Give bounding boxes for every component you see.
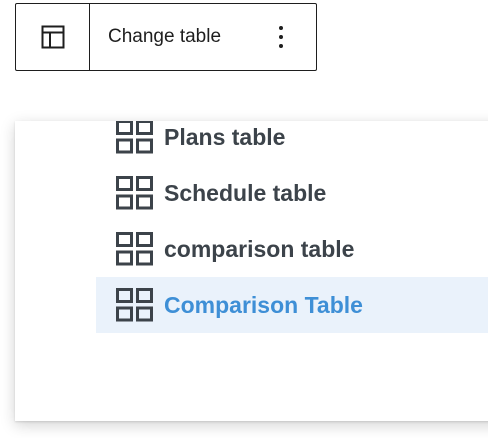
grid-icon [116,176,153,210]
menu-item-label: Schedule table [164,179,327,206]
more-options-button[interactable] [246,4,316,70]
grid-icon [116,232,153,266]
vertical-ellipsis-icon [279,26,283,48]
change-table-button[interactable]: Change table [90,4,246,70]
block-type-button[interactable] [16,4,90,70]
menu-item-schedule-table[interactable]: Schedule table [96,165,488,221]
menu-item-comparison-table-selected[interactable]: Comparison Table [96,277,488,333]
block-toolbar: Change table [15,3,317,71]
page: Change table Plans table Schedule table … [0,0,488,438]
menu-item-label: comparison table [164,235,355,262]
menu-item-label: Plans table [164,123,286,150]
change-table-label: Change table [108,26,222,47]
menu-item-comparison-table-lower[interactable]: comparison table [96,221,488,277]
table-picker-dropdown: Plans table Schedule table comparison ta… [15,121,488,421]
table-icon [41,25,64,49]
menu-item-plans-table[interactable]: Plans table [96,121,488,165]
menu-item-label: Comparison Table [164,291,363,318]
table-menu: Plans table Schedule table comparison ta… [96,121,488,333]
grid-icon [116,288,153,322]
grid-icon [116,121,153,154]
